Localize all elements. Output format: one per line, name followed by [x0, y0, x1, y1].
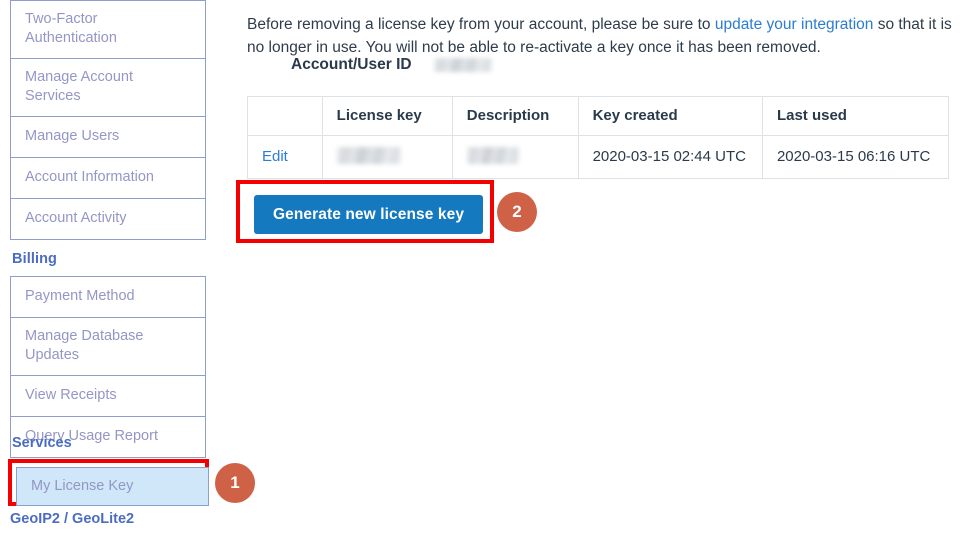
sidebar: Two-Factor Authentication Manage Account… [10, 0, 206, 458]
cell-license-key [321, 135, 453, 179]
license-key-table-head: License key Description Key created Last… [247, 96, 950, 136]
column-header-description: Description [451, 96, 579, 136]
sidebar-item-account-information[interactable]: Account Information [11, 158, 205, 199]
sidebar-heading-billing: Billing [12, 251, 57, 267]
account-user-id-row: Account/User ID [291, 56, 492, 74]
edit-link[interactable]: Edit [262, 148, 288, 165]
sidebar-group-billing: Payment Method Manage Database Updates V… [10, 276, 206, 458]
column-header-actions [247, 96, 323, 136]
sidebar-item-two-factor-authentication[interactable]: Two-Factor Authentication [11, 1, 205, 59]
cell-key-created: 2020-03-15 02:44 UTC [577, 135, 763, 179]
generate-new-license-key-button[interactable]: Generate new license key [254, 195, 483, 234]
sidebar-item-manage-account-services[interactable]: Manage Account Services [11, 59, 205, 117]
sidebar-item-account-activity[interactable]: Account Activity [11, 199, 205, 240]
account-user-id-value-redacted [433, 58, 492, 72]
sidebar-heading-services: Services [12, 435, 72, 451]
column-header-key-created: Key created [577, 96, 763, 136]
sidebar-link-geoip2-geolite2[interactable]: GeoIP2 / GeoLite2 [10, 511, 134, 527]
highlight-box-generate-button: Generate new license key [236, 180, 494, 243]
update-integration-link[interactable]: update your integration [715, 16, 874, 33]
intro-paragraph: Before removing a license key from your … [247, 13, 966, 59]
account-user-id-label: Account/User ID [291, 56, 412, 73]
cell-actions: Edit [247, 135, 323, 179]
table-row: Edit 2020-03-15 02:44 UTC 2020-03-15 06:… [247, 135, 950, 179]
sidebar-item-my-license-key[interactable]: My License Key [16, 467, 209, 506]
sidebar-item-payment-method[interactable]: Payment Method [11, 277, 205, 318]
description-value-redacted [466, 147, 519, 164]
sidebar-item-manage-users[interactable]: Manage Users [11, 117, 205, 158]
cell-description [451, 135, 579, 179]
sidebar-item-manage-database-updates[interactable]: Manage Database Updates [11, 318, 205, 376]
column-header-last-used: Last used [761, 96, 950, 136]
cell-last-used: 2020-03-15 06:16 UTC [761, 135, 950, 179]
license-key-table: License key Description Key created Last… [247, 96, 950, 179]
callout-badge-2: 2 [497, 192, 537, 232]
license-key-table-body: Edit 2020-03-15 02:44 UTC 2020-03-15 06:… [247, 135, 950, 179]
sidebar-group-account: Two-Factor Authentication Manage Account… [10, 0, 206, 240]
highlight-box-sidebar: My License Key [8, 459, 209, 506]
sidebar-item-view-receipts[interactable]: View Receipts [11, 376, 205, 417]
license-key-value-redacted [336, 147, 401, 164]
callout-badge-1: 1 [215, 463, 255, 503]
intro-text-before: Before removing a license key from your … [247, 15, 715, 33]
column-header-license-key: License key [321, 96, 453, 136]
table-header-row: License key Description Key created Last… [247, 96, 950, 136]
